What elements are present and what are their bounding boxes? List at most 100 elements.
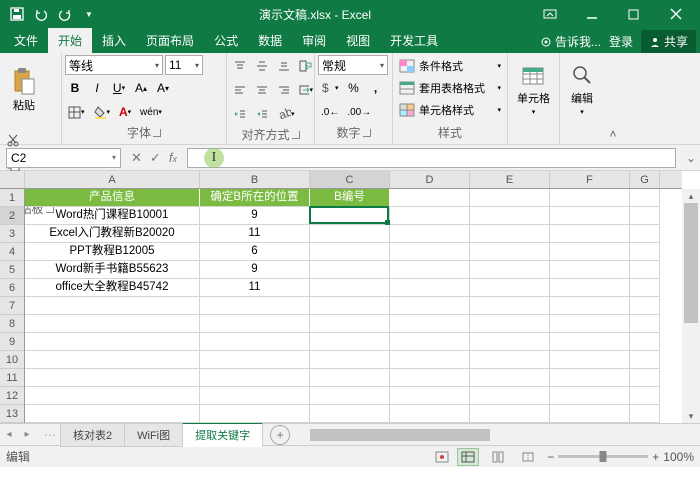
wrap-text-button[interactable] [296, 55, 316, 77]
hscroll-thumb[interactable] [310, 429, 490, 441]
tab-file[interactable]: 文件 [4, 28, 48, 53]
cell-D9[interactable] [390, 333, 470, 351]
cell-F9[interactable] [550, 333, 630, 351]
orientation-button[interactable]: ab▾ [274, 103, 298, 125]
column-header-D[interactable]: D [390, 171, 470, 188]
font-size-combo[interactable]: 11▾ [165, 55, 203, 75]
save-button[interactable] [6, 3, 28, 25]
number-dialog-launcher[interactable] [363, 129, 371, 137]
redo-button[interactable] [54, 3, 76, 25]
column-header-A[interactable]: A [25, 171, 200, 188]
increase-decimal-button[interactable]: .0← [318, 101, 342, 123]
cell-D7[interactable] [390, 297, 470, 315]
align-bottom-button[interactable] [274, 55, 294, 77]
collapse-ribbon-button[interactable]: ˄ [604, 53, 622, 144]
conditional-format-button[interactable]: 条件格式▾ [396, 55, 504, 77]
vertical-scrollbar[interactable]: ▴ ▾ [682, 189, 700, 423]
align-top-button[interactable] [230, 55, 250, 77]
merge-button[interactable]: ▾ [296, 79, 316, 101]
font-dialog-launcher[interactable] [153, 129, 161, 137]
cell-C6[interactable] [310, 279, 390, 297]
align-center-button[interactable] [252, 79, 272, 101]
insert-function-button[interactable]: fx [169, 150, 177, 165]
cells-area[interactable]: 产品信息确定B所在的位置B编号Word热门课程B100019Excel入门教程新… [25, 189, 682, 423]
cancel-formula-button[interactable]: ✕ [131, 150, 142, 166]
cell-F3[interactable] [550, 225, 630, 243]
cell-C11[interactable] [310, 369, 390, 387]
cell-E9[interactable] [470, 333, 550, 351]
tab-review[interactable]: 审阅 [292, 28, 336, 53]
scroll-down-button[interactable]: ▾ [682, 409, 700, 423]
cell-G8[interactable] [630, 315, 660, 333]
horizontal-scrollbar[interactable] [296, 428, 700, 442]
cell-F12[interactable] [550, 387, 630, 405]
cell-G5[interactable] [630, 261, 660, 279]
row-header-6[interactable]: 6 [0, 279, 24, 297]
zoom-slider[interactable] [558, 455, 648, 458]
cell-D4[interactable] [390, 243, 470, 261]
cell-D6[interactable] [390, 279, 470, 297]
sheet-tab-3[interactable]: 提取关键字 [182, 422, 263, 447]
cell-G12[interactable] [630, 387, 660, 405]
cell-C4[interactable] [310, 243, 390, 261]
cell-F6[interactable] [550, 279, 630, 297]
row-header-12[interactable]: 12 [0, 387, 24, 405]
tab-layout[interactable]: 页面布局 [136, 28, 204, 53]
cell-A9[interactable] [25, 333, 200, 351]
decrease-font-button[interactable]: A▾ [153, 77, 173, 99]
row-header-1[interactable]: 1 [0, 189, 24, 207]
cell-A8[interactable] [25, 315, 200, 333]
cell-A6[interactable]: office大全教程B45742 [25, 279, 200, 297]
cell-E4[interactable] [470, 243, 550, 261]
font-name-combo[interactable]: 等线▾ [65, 55, 163, 75]
accounting-button[interactable]: $▾ [318, 77, 342, 99]
cell-G11[interactable] [630, 369, 660, 387]
cell-F1[interactable] [550, 189, 630, 207]
expand-formula-bar-button[interactable]: ⌄ [682, 145, 700, 171]
sheet-tab-1[interactable]: 核对表2 [60, 423, 125, 447]
row-header-11[interactable]: 11 [0, 369, 24, 387]
zoom-out-button[interactable]: − [547, 450, 554, 464]
undo-button[interactable] [30, 3, 52, 25]
cell-D11[interactable] [390, 369, 470, 387]
formula-bar[interactable] [187, 148, 676, 168]
cell-G7[interactable] [630, 297, 660, 315]
row-header-8[interactable]: 8 [0, 315, 24, 333]
share-button[interactable]: 共享 [641, 30, 696, 53]
cell-styles-button[interactable]: 单元格样式▾ [396, 99, 504, 121]
select-all-corner[interactable] [0, 171, 25, 189]
cell-A11[interactable] [25, 369, 200, 387]
increase-font-button[interactable]: A▴ [131, 77, 151, 99]
tab-developer[interactable]: 开发工具 [380, 28, 448, 53]
cell-B12[interactable] [200, 387, 310, 405]
sheet-nav-next[interactable]: ▸ [18, 429, 36, 440]
row-header-3[interactable]: 3 [0, 225, 24, 243]
tab-home[interactable]: 开始 [48, 28, 92, 53]
row-header-4[interactable]: 4 [0, 243, 24, 261]
cell-C3[interactable] [310, 225, 390, 243]
cell-B3[interactable]: 11 [200, 225, 310, 243]
cell-D8[interactable] [390, 315, 470, 333]
cells-button[interactable]: 单元格 ▾ [511, 55, 557, 125]
cell-D13[interactable] [390, 405, 470, 423]
cell-A12[interactable] [25, 387, 200, 405]
align-right-button[interactable] [274, 79, 294, 101]
tab-insert[interactable]: 插入 [92, 28, 136, 53]
cell-F10[interactable] [550, 351, 630, 369]
cell-A1[interactable]: 产品信息 [25, 189, 200, 207]
cell-G6[interactable] [630, 279, 660, 297]
cell-E12[interactable] [470, 387, 550, 405]
cell-G9[interactable] [630, 333, 660, 351]
cell-G10[interactable] [630, 351, 660, 369]
cell-B4[interactable]: 6 [200, 243, 310, 261]
cell-C5[interactable] [310, 261, 390, 279]
enter-formula-button[interactable]: ✓ [150, 150, 161, 166]
phonetic-button[interactable]: wén▾ [137, 101, 165, 123]
cell-G3[interactable] [630, 225, 660, 243]
cell-C2[interactable] [310, 207, 390, 225]
cell-C12[interactable] [310, 387, 390, 405]
vscroll-thumb[interactable] [684, 203, 698, 323]
sheet-tab-2[interactable]: WiFi图 [124, 423, 183, 447]
cell-B1[interactable]: 确定B所在的位置 [200, 189, 310, 207]
cell-E13[interactable] [470, 405, 550, 423]
